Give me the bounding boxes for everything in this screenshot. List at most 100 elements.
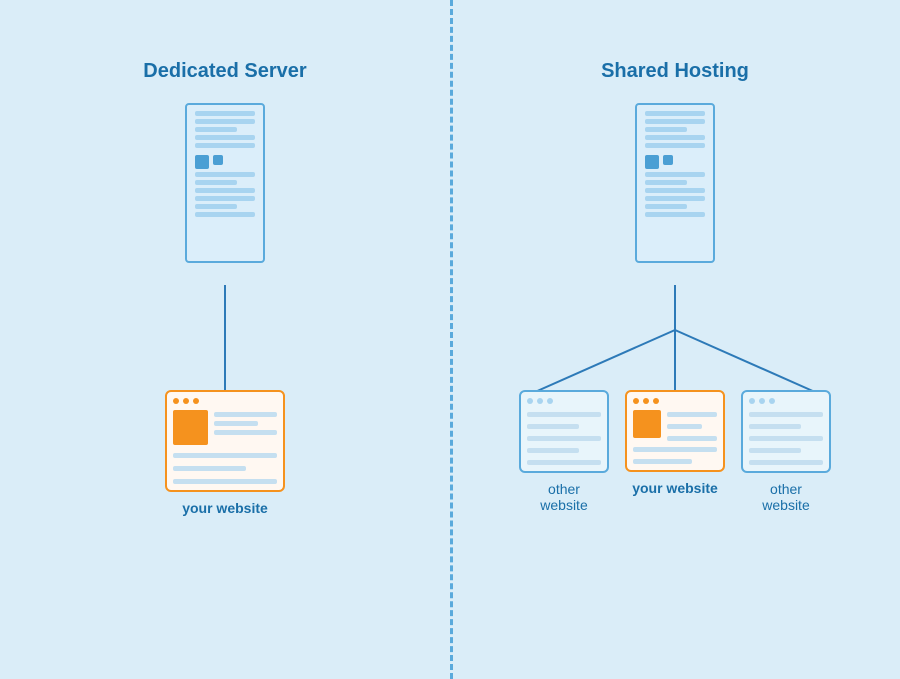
browser-text-line <box>214 430 277 435</box>
browser-titlebar <box>749 398 823 404</box>
browser-text-lines <box>667 410 717 441</box>
server-line <box>195 172 255 177</box>
server-line <box>195 188 255 193</box>
browser-titlebar <box>633 398 717 404</box>
center-browser-wrap: your website <box>625 390 725 496</box>
browser-text-lines <box>527 410 601 465</box>
right-connector-svg <box>450 0 900 679</box>
server-line <box>645 111 705 116</box>
left-server-tower <box>185 103 265 263</box>
left-other-label: otherwebsite <box>540 481 587 513</box>
server-square <box>663 155 673 165</box>
browser-image <box>173 410 208 445</box>
browser-text-line <box>749 424 801 429</box>
browser-content <box>173 410 277 445</box>
right-browsers-row: otherwebsite <box>519 390 831 513</box>
browser-dot <box>749 398 755 404</box>
browser-dot <box>183 398 189 404</box>
browser-dot <box>769 398 775 404</box>
browser-text-line <box>749 436 823 441</box>
server-line <box>195 119 255 124</box>
divider <box>450 0 453 679</box>
server-line <box>195 212 255 217</box>
browser-text-line <box>667 412 717 417</box>
browser-text-line <box>173 479 277 484</box>
browser-dot <box>193 398 199 404</box>
server-line <box>195 196 255 201</box>
browser-text-line <box>173 466 246 471</box>
browser-text-line <box>214 421 258 426</box>
other-browser-right <box>741 390 831 473</box>
right-panel: Shared Hosting <box>450 0 900 679</box>
left-panel-title: Dedicated Server <box>143 60 306 83</box>
browser-dot <box>633 398 639 404</box>
right-server-wrap <box>635 103 715 263</box>
server-line <box>195 180 237 185</box>
browser-dot <box>759 398 765 404</box>
browser-text-line <box>633 459 692 464</box>
server-line <box>645 135 705 140</box>
diagram-container: Dedicated Server <box>0 0 900 679</box>
left-other-browser-wrap: otherwebsite <box>519 390 609 513</box>
browser-text-line <box>527 424 579 429</box>
right-other-browser-wrap: otherwebsite <box>741 390 831 513</box>
left-server-wrap <box>185 103 265 263</box>
browser-titlebar <box>173 398 277 404</box>
browser-dot <box>547 398 553 404</box>
browser-content <box>633 410 717 441</box>
browser-dot <box>653 398 659 404</box>
browser-bottom-lines <box>173 451 277 484</box>
browser-titlebar <box>527 398 601 404</box>
right-panel-title: Shared Hosting <box>601 60 749 83</box>
browser-dot <box>173 398 179 404</box>
server-line <box>195 127 237 132</box>
browser-image <box>633 410 661 438</box>
browser-text-line <box>667 436 717 441</box>
browser-text-lines <box>214 410 277 445</box>
browser-text-line <box>214 412 277 417</box>
browser-text-line <box>527 412 601 417</box>
browser-text-line <box>527 460 601 465</box>
browser-dot <box>537 398 543 404</box>
server-line <box>645 204 687 209</box>
server-line <box>645 180 687 185</box>
left-panel: Dedicated Server <box>0 0 450 679</box>
server-squares <box>195 155 255 169</box>
browser-text-line <box>173 453 277 458</box>
server-line <box>645 119 705 124</box>
server-line <box>645 172 705 177</box>
right-server-tower <box>635 103 715 263</box>
left-website-label: your website <box>182 500 268 516</box>
browser-dot <box>643 398 649 404</box>
server-line <box>645 188 705 193</box>
browser-text-line <box>633 447 717 452</box>
left-browser-box <box>165 390 285 492</box>
right-other-label: otherwebsite <box>762 481 809 513</box>
server-line <box>195 143 255 148</box>
server-line <box>645 196 705 201</box>
server-line <box>195 111 255 116</box>
left-browser-wrap: your website <box>165 390 285 516</box>
other-browser-left <box>519 390 609 473</box>
server-line <box>195 135 255 140</box>
server-line <box>645 127 687 132</box>
browser-text-line <box>749 460 823 465</box>
server-line <box>195 204 237 209</box>
browser-text-line <box>527 436 601 441</box>
browser-dot <box>527 398 533 404</box>
browser-text-line <box>749 448 801 453</box>
browser-bottom-lines <box>633 445 717 464</box>
browser-text-line <box>749 412 823 417</box>
server-line <box>645 143 705 148</box>
your-browser-center <box>625 390 725 472</box>
server-line <box>645 212 705 217</box>
server-square <box>645 155 659 169</box>
server-square <box>195 155 209 169</box>
browser-text-line <box>667 424 702 429</box>
server-square <box>213 155 223 165</box>
browser-text-line <box>527 448 579 453</box>
browser-text-lines <box>749 410 823 465</box>
left-connector-svg <box>0 0 450 679</box>
right-website-label: your website <box>632 480 718 496</box>
server-squares <box>645 155 705 169</box>
